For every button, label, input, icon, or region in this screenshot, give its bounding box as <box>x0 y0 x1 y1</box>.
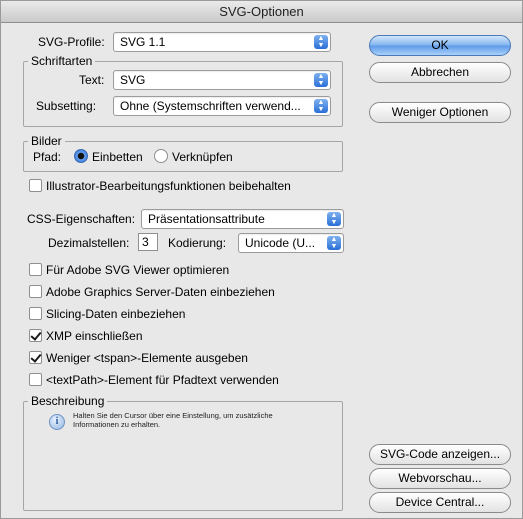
slicing-label[interactable]: Slicing-Daten einbeziehen <box>46 307 185 321</box>
text-label: Text: <box>79 73 105 87</box>
fewer-options-button[interactable]: Weniger Optionen <box>369 102 511 123</box>
fewer-tspan-checkbox[interactable] <box>29 351 42 364</box>
ok-button[interactable]: OK <box>369 35 511 56</box>
encoding-label: Kodierung: <box>168 236 227 250</box>
description-text: Halten Sie den Cursor über eine Einstell… <box>73 411 273 429</box>
subsetting-label: Subsetting: <box>36 99 97 113</box>
css-properties-label: CSS-Eigenschaften: <box>27 212 136 226</box>
cancel-button[interactable]: Abbrechen <box>369 62 511 83</box>
illustrator-edit-checkbox[interactable] <box>29 179 42 192</box>
text-font-value: SVG <box>120 73 146 87</box>
svg-viewer-label[interactable]: Für Adobe SVG Viewer optimieren <box>46 263 229 277</box>
css-properties-select[interactable]: Präsentationsattribute ▲ ▼ <box>141 209 344 229</box>
embed-label[interactable]: Einbetten <box>92 150 143 164</box>
up-down-arrows-icon: ▲ ▼ <box>327 212 341 226</box>
svg-profile-label: SVG-Profile: <box>38 35 105 49</box>
text-font-select[interactable]: SVG ▲ ▼ <box>113 70 331 90</box>
link-radio[interactable] <box>154 149 168 163</box>
svg-profile-select[interactable]: SVG 1.1 ▲ ▼ <box>113 32 331 52</box>
encoding-select[interactable]: Unicode (U... ▲ ▼ <box>238 233 344 253</box>
window-title: SVG-Optionen <box>1 1 522 23</box>
subsetting-value: Ohne (Systemschriften verwend... <box>120 99 301 113</box>
xmp-label[interactable]: XMP einschließen <box>46 329 143 343</box>
link-label[interactable]: Verknüpfen <box>172 150 233 164</box>
up-down-arrows-icon: ▲ ▼ <box>314 99 328 113</box>
svg-viewer-checkbox[interactable] <box>29 263 42 276</box>
embed-radio[interactable] <box>74 149 88 163</box>
images-group-title: Bilder <box>28 134 65 148</box>
css-properties-value: Präsentationsattribute <box>148 212 265 226</box>
up-down-arrows-icon: ▲ ▼ <box>314 73 328 87</box>
show-svg-code-button[interactable]: SVG-Code anzeigen... <box>369 444 511 465</box>
path-label: Pfad: <box>33 150 62 164</box>
up-down-arrows-icon: ▲ ▼ <box>327 236 341 250</box>
up-down-arrows-icon: ▲ ▼ <box>314 35 328 49</box>
fewer-tspan-label[interactable]: Weniger <tspan>-Elemente ausgeben <box>46 351 248 365</box>
textpath-label[interactable]: <textPath>-Element für Pfadtext verwende… <box>46 373 279 387</box>
description-group-title: Beschreibung <box>28 394 108 408</box>
info-icon: i <box>49 414 65 430</box>
graphics-server-label[interactable]: Adobe Graphics Server-Daten einbeziehen <box>46 285 275 299</box>
illustrator-edit-label[interactable]: Illustrator-Bearbeitungsfunktionen beibe… <box>46 179 291 193</box>
subsetting-select[interactable]: Ohne (Systemschriften verwend... ▲ ▼ <box>113 96 331 116</box>
textpath-checkbox[interactable] <box>29 373 42 386</box>
xmp-checkbox[interactable] <box>29 329 42 342</box>
svg-profile-value: SVG 1.1 <box>120 35 166 49</box>
fonts-group-title: Schriftarten <box>28 54 96 68</box>
device-central-button[interactable]: Device Central... <box>369 492 511 513</box>
slicing-checkbox[interactable] <box>29 307 42 320</box>
decimals-label: Dezimalstellen: <box>48 236 130 250</box>
decimals-input[interactable]: 3 <box>138 233 158 251</box>
encoding-value: Unicode (U... <box>245 236 316 250</box>
graphics-server-checkbox[interactable] <box>29 285 42 298</box>
web-preview-button[interactable]: Webvorschau... <box>369 468 511 489</box>
svg-options-dialog: SVG-Optionen SVG-Profile: SVG 1.1 ▲ ▼ Sch… <box>0 0 523 519</box>
